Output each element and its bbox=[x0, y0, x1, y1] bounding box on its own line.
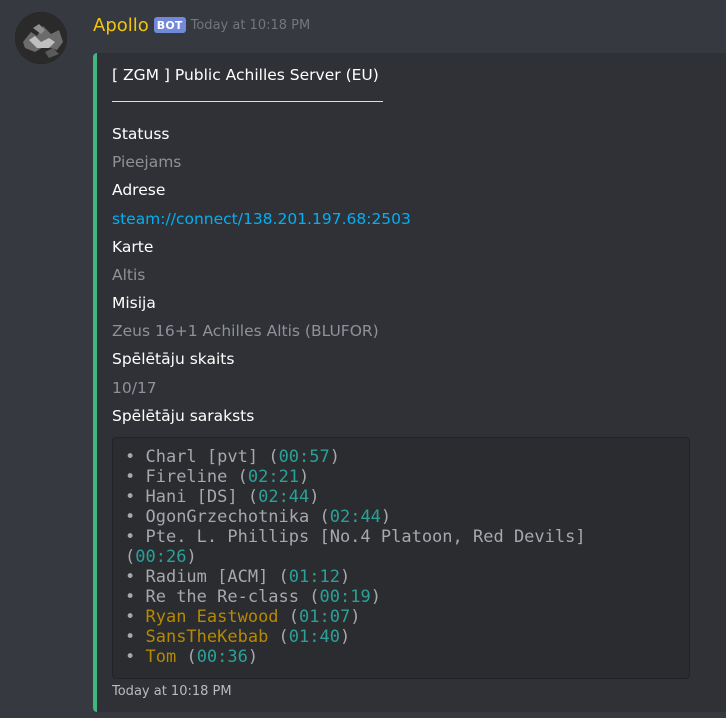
field-value-mission: Zeus 16+1 Achilles Altis (BLUFOR) bbox=[112, 322, 379, 340]
player-name: Tom bbox=[145, 647, 177, 667]
player-name: OgonGrzechotnika bbox=[145, 507, 310, 527]
field-name-player-count: Spēlētāju skaits bbox=[112, 350, 235, 368]
field-name-address: Adrese bbox=[112, 181, 166, 199]
list-item: • Tom (00:36) bbox=[125, 647, 259, 667]
player-name: Re the Re-class bbox=[145, 587, 300, 607]
player-time: 01:07 bbox=[299, 607, 351, 627]
list-item: • Pte. L. Phillips [No.4 Platoon, Red De… bbox=[125, 527, 586, 567]
list-item: • Re the Re-class (00:19) bbox=[125, 587, 381, 607]
list-item: • OgonGrzechotnika (02:44) bbox=[125, 507, 392, 527]
message-header: Apollo BOT Today at 10:18 PM bbox=[93, 12, 310, 38]
player-name: Ryan Eastwood bbox=[145, 607, 279, 627]
list-item: • Charl [pvt] (00:57) bbox=[125, 447, 340, 467]
field-value-map: Altis bbox=[112, 266, 146, 284]
player-time: 00:36 bbox=[196, 647, 248, 667]
field-value-status: Pieejams bbox=[112, 153, 182, 171]
player-time: 02:44 bbox=[258, 487, 310, 507]
player-list-codeblock[interactable]: • Charl [pvt] (00:57) • Fireline (02:21)… bbox=[112, 437, 690, 679]
player-time: 00:26 bbox=[135, 547, 187, 567]
list-item: • SansTheKebab (01:40) bbox=[125, 627, 351, 647]
avatar-image bbox=[15, 12, 67, 64]
list-item: • Radium [ACM] (01:12) bbox=[125, 567, 351, 587]
bot-avatar[interactable] bbox=[15, 12, 67, 64]
embed-footer-timestamp: Today at 10:18 PM bbox=[112, 684, 232, 699]
rich-embed: [ ZGM ] Public Achilles Server (EU) Stat… bbox=[93, 53, 726, 712]
player-name: Hani [DS] bbox=[145, 487, 238, 507]
player-name: Charl [pvt] bbox=[145, 447, 259, 467]
title-divider bbox=[112, 101, 383, 102]
player-time: 01:12 bbox=[288, 567, 340, 587]
field-name-status: Statuss bbox=[112, 125, 170, 143]
message-timestamp[interactable]: Today at 10:18 PM bbox=[191, 18, 311, 33]
player-time: 02:21 bbox=[247, 467, 300, 487]
field-name-map: Karte bbox=[112, 238, 154, 256]
player-time: 00:57 bbox=[278, 447, 330, 467]
player-time: 02:44 bbox=[329, 507, 381, 527]
field-name-mission: Misija bbox=[112, 294, 156, 312]
list-item: • Hani [DS] (02:44) bbox=[125, 487, 320, 507]
list-item: • Ryan Eastwood (01:07) bbox=[125, 607, 361, 627]
player-time: 00:19 bbox=[319, 587, 371, 607]
player-name: Fireline bbox=[145, 467, 228, 487]
server-address-link[interactable]: steam://connect/138.201.197.68:2503 bbox=[112, 210, 411, 228]
player-name: Pte. L. Phillips [No.4 Platoon, Red Devi… bbox=[145, 527, 586, 547]
field-value-player-count: 10/17 bbox=[112, 379, 157, 397]
list-item: • Fireline (02:21) bbox=[125, 467, 310, 487]
embed-title: [ ZGM ] Public Achilles Server (EU) bbox=[112, 66, 379, 84]
username[interactable]: Apollo bbox=[93, 15, 149, 36]
player-name: Radium [ACM] bbox=[145, 567, 269, 587]
field-name-player-list: Spēlētāju saraksts bbox=[112, 407, 255, 425]
player-name: SansTheKebab bbox=[145, 627, 269, 647]
player-time: 01:40 bbox=[288, 627, 340, 647]
bot-badge: BOT bbox=[153, 17, 186, 33]
